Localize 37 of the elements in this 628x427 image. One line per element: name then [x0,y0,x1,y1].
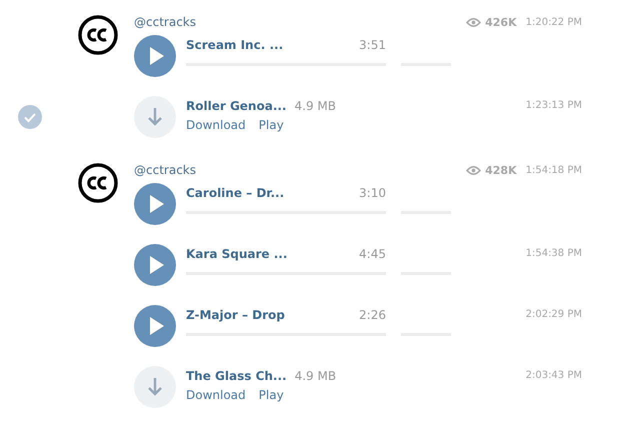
file-title: Roller Genoa... [186,99,286,113]
author-name[interactable]: @cctracks [134,15,196,29]
track-title: Caroline – Dr... [186,186,284,200]
play-button[interactable] [134,244,176,286]
author-name[interactable]: @cctracks [134,163,196,177]
file-title: The Glass Ch... [186,369,287,383]
track-duration: 3:10 [359,186,386,200]
avatar-icon [78,15,118,55]
action-link[interactable]: Download [186,118,246,132]
timestamp: 1:54:38 PM [526,248,582,259]
file-size: 4.9 MB [294,369,336,383]
timestamp: 2:02:29 PM [526,309,582,320]
action-link[interactable]: Download [186,388,246,402]
track-title: Z-Major – Drop [186,308,285,322]
action-link[interactable]: Play [258,118,284,132]
track-title: Kara Square ... [186,247,288,261]
play-button[interactable] [134,183,176,225]
eye-icon [466,164,482,176]
download-button[interactable] [134,96,176,138]
download-button[interactable] [134,366,176,408]
track-title: Scream Inc. ... [186,38,284,52]
play-button[interactable] [134,35,176,77]
selected-check-icon[interactable] [18,105,42,129]
track-duration: 2:26 [359,308,386,322]
file-size: 4.9 MB [294,99,336,113]
play-button[interactable] [134,305,176,347]
timestamp: 1:23:13 PM [526,100,582,111]
timestamp: 2:03:43 PM [526,370,582,381]
avatar-icon [78,163,118,203]
eye-icon [466,16,482,28]
timestamp: 1:54:18 PM [526,164,582,176]
action-link[interactable]: Play [258,388,284,402]
track-duration: 3:51 [359,38,386,52]
view-count: 426K [485,16,517,28]
view-count: 428K [485,164,517,176]
track-duration: 4:45 [359,247,386,261]
timestamp: 1:20:22 PM [526,16,582,28]
